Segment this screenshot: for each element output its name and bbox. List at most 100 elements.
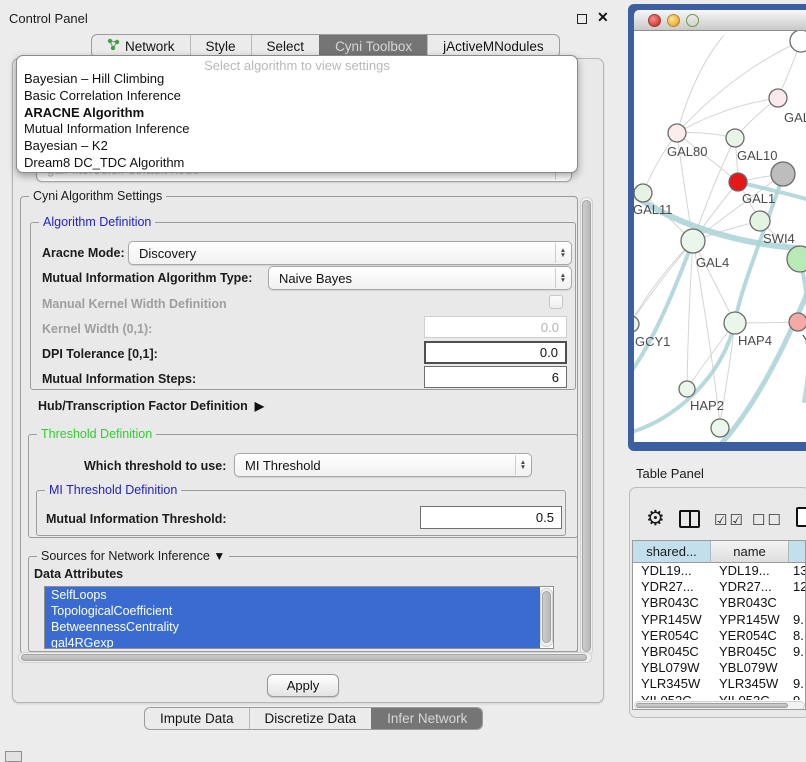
- table-row[interactable]: YBR043CYBR043C: [633, 595, 806, 611]
- tab-discretize-data[interactable]: Discretize Data: [249, 708, 372, 729]
- network-node[interactable]: [634, 184, 652, 202]
- network-node-label: GCY1: [635, 334, 670, 349]
- table-row[interactable]: YBL079WYBL079W: [633, 660, 806, 676]
- close-icon[interactable]: ✕: [597, 9, 609, 26]
- tab-infer-network[interactable]: Infer Network: [371, 708, 482, 729]
- mi-steps-field[interactable]: 6: [424, 366, 567, 388]
- network-node[interactable]: [668, 124, 686, 142]
- network-node[interactable]: [771, 162, 795, 186]
- algorithm-option[interactable]: Bayesian – Hill Climbing: [17, 71, 577, 88]
- table-row[interactable]: YLR345WYLR345W9.: [633, 676, 806, 692]
- table-row[interactable]: YDL19...YDL19...13: [633, 563, 806, 579]
- algorithm-dropdown-popup: Select algorithm to view settings Bayesi…: [16, 55, 578, 173]
- apply-button[interactable]: Apply: [267, 674, 339, 697]
- tab-cyni-toolbox[interactable]: Cyni Toolbox: [319, 35, 427, 57]
- data-attribute-item[interactable]: gal4RGexp: [45, 635, 540, 649]
- file-icon[interactable]: [796, 507, 806, 527]
- network-edge[interactable]: [643, 133, 677, 193]
- network-edge[interactable]: [687, 241, 693, 389]
- kernel-width-field: 0.0: [424, 316, 567, 338]
- network-canvas[interactable]: GALGAL80GAL10GAL1GAL11SWI4GAL4GCY1HAP4YH…: [634, 31, 806, 442]
- manual-kernel-checkbox[interactable]: [549, 295, 563, 309]
- column-header-shared[interactable]: shared...: [633, 541, 711, 563]
- tab-style[interactable]: Style: [190, 35, 251, 57]
- table-cell: 9.: [789, 676, 806, 692]
- network-edge[interactable]: [693, 241, 735, 323]
- network-node[interactable]: [789, 313, 806, 331]
- network-node-label: SWI4: [763, 231, 795, 246]
- gear-icon[interactable]: ⚙: [646, 506, 665, 531]
- table-row[interactable]: YPR145WYPR145W9.: [633, 612, 806, 628]
- network-node[interactable]: [769, 89, 787, 107]
- split-view-icon[interactable]: [679, 510, 700, 528]
- tab-jactivemnodules[interactable]: jActiveMNodules: [427, 35, 559, 57]
- network-node[interactable]: [711, 419, 729, 437]
- zoom-window-icon[interactable]: [686, 14, 699, 27]
- network-node[interactable]: [790, 31, 806, 52]
- network-node[interactable]: [634, 316, 639, 332]
- network-node[interactable]: [750, 211, 770, 231]
- kernel-width-label: Kernel Width (0,1):: [42, 322, 152, 336]
- algorithm-option[interactable]: Dream8 DC_TDC Algorithm: [17, 155, 577, 172]
- panel-dock-button[interactable]: [5, 751, 22, 762]
- minimize-window-icon[interactable]: [667, 14, 680, 27]
- dpi-tolerance-label: DPI Tolerance [0,1]:: [42, 347, 158, 361]
- settings-horizontal-scrollbar[interactable]: [18, 652, 592, 663]
- data-attribute-item[interactable]: TopologicalCoefficient: [45, 603, 540, 619]
- network-node[interactable]: [679, 381, 695, 397]
- application-root: Control Panel ✕ Network Style Select Cyn…: [0, 0, 806, 762]
- node-attribute-table[interactable]: shared... name A YDL19...YDL19...13YDR27…: [632, 540, 806, 710]
- expanded-arrow-icon[interactable]: ▼: [213, 549, 225, 563]
- network-edge-thick[interactable]: [634, 241, 693, 376]
- algorithm-option[interactable]: ARACNE Algorithm: [17, 105, 577, 122]
- dpi-tolerance-field[interactable]: 0.0: [424, 341, 567, 364]
- table-cell: YDL19...: [633, 563, 711, 579]
- network-node-label: GAL80: [667, 144, 707, 159]
- tab-network[interactable]: Network: [92, 35, 190, 57]
- algorithm-option[interactable]: Bayesian – K2: [17, 138, 577, 155]
- unchecked-columns-icon[interactable]: ☐☐: [752, 511, 783, 529]
- table-cell: YIL052C: [633, 693, 711, 701]
- mi-type-combobox[interactable]: Naive Bayes ▲▼: [268, 266, 572, 290]
- tab-impute-data[interactable]: Impute Data: [145, 708, 249, 729]
- table-row[interactable]: YDR27...YDR27...12: [633, 579, 806, 595]
- aracne-mode-label: Aracne Mode:: [42, 246, 125, 260]
- network-node[interactable]: [681, 229, 705, 253]
- attributes-scrollbar[interactable]: [540, 588, 553, 647]
- network-edge-thick[interactable]: [719, 281, 806, 442]
- settings-vertical-scrollbar[interactable]: [580, 197, 593, 656]
- aracne-mode-combobox[interactable]: Discovery ▲▼: [128, 241, 572, 265]
- which-threshold-combobox[interactable]: MI Threshold ▲▼: [234, 453, 532, 477]
- checked-columns-icon[interactable]: ☑☑: [714, 511, 745, 529]
- mi-type-label: Mutual Information Algorithm Type:: [42, 271, 252, 285]
- mi-threshold-field[interactable]: 0.5: [420, 506, 562, 529]
- table-header-row: shared... name A: [633, 541, 806, 563]
- algorithm-option[interactable]: Basic Correlation Inference: [17, 88, 577, 105]
- table-row[interactable]: YBR045CYBR045C9.: [633, 644, 806, 660]
- network-edge[interactable]: [677, 98, 778, 133]
- network-node[interactable]: [729, 173, 747, 191]
- which-threshold-label: Which threshold to use:: [84, 459, 226, 473]
- close-window-icon[interactable]: [648, 14, 661, 27]
- network-node-label: GAL10: [737, 148, 777, 163]
- data-attribute-item[interactable]: BetweennessCentrality: [45, 619, 540, 635]
- table-cell: YDR27...: [633, 579, 711, 595]
- column-header-partial[interactable]: A: [789, 541, 806, 563]
- network-node[interactable]: [724, 312, 746, 334]
- data-attribute-item[interactable]: SelfLoops: [45, 587, 540, 603]
- float-panel-button[interactable]: [577, 14, 587, 24]
- network-window-titlebar[interactable]: [634, 10, 806, 31]
- column-header-name[interactable]: name: [711, 541, 789, 563]
- settings-group-title: Cyni Algorithm Settings: [29, 189, 166, 203]
- table-horizontal-scrollbar[interactable]: [634, 701, 805, 710]
- table-row[interactable]: YER054CYER054C8.: [633, 628, 806, 644]
- tab-select[interactable]: Select: [251, 35, 320, 57]
- algorithm-definition-title: Algorithm Definition: [39, 215, 155, 229]
- network-view-window[interactable]: GALGAL80GAL10GAL1GAL11SWI4GAL4GCY1HAP4YH…: [628, 4, 806, 451]
- network-node[interactable]: [787, 246, 806, 272]
- network-edge[interactable]: [677, 35, 724, 133]
- hub-definition-toggle[interactable]: Hub/Transcription Factor Definition ▶: [38, 399, 264, 413]
- algorithm-option[interactable]: Mutual Information Inference: [17, 121, 577, 138]
- network-node[interactable]: [726, 129, 744, 147]
- table-row[interactable]: YIL052CYIL052C9: [633, 693, 806, 701]
